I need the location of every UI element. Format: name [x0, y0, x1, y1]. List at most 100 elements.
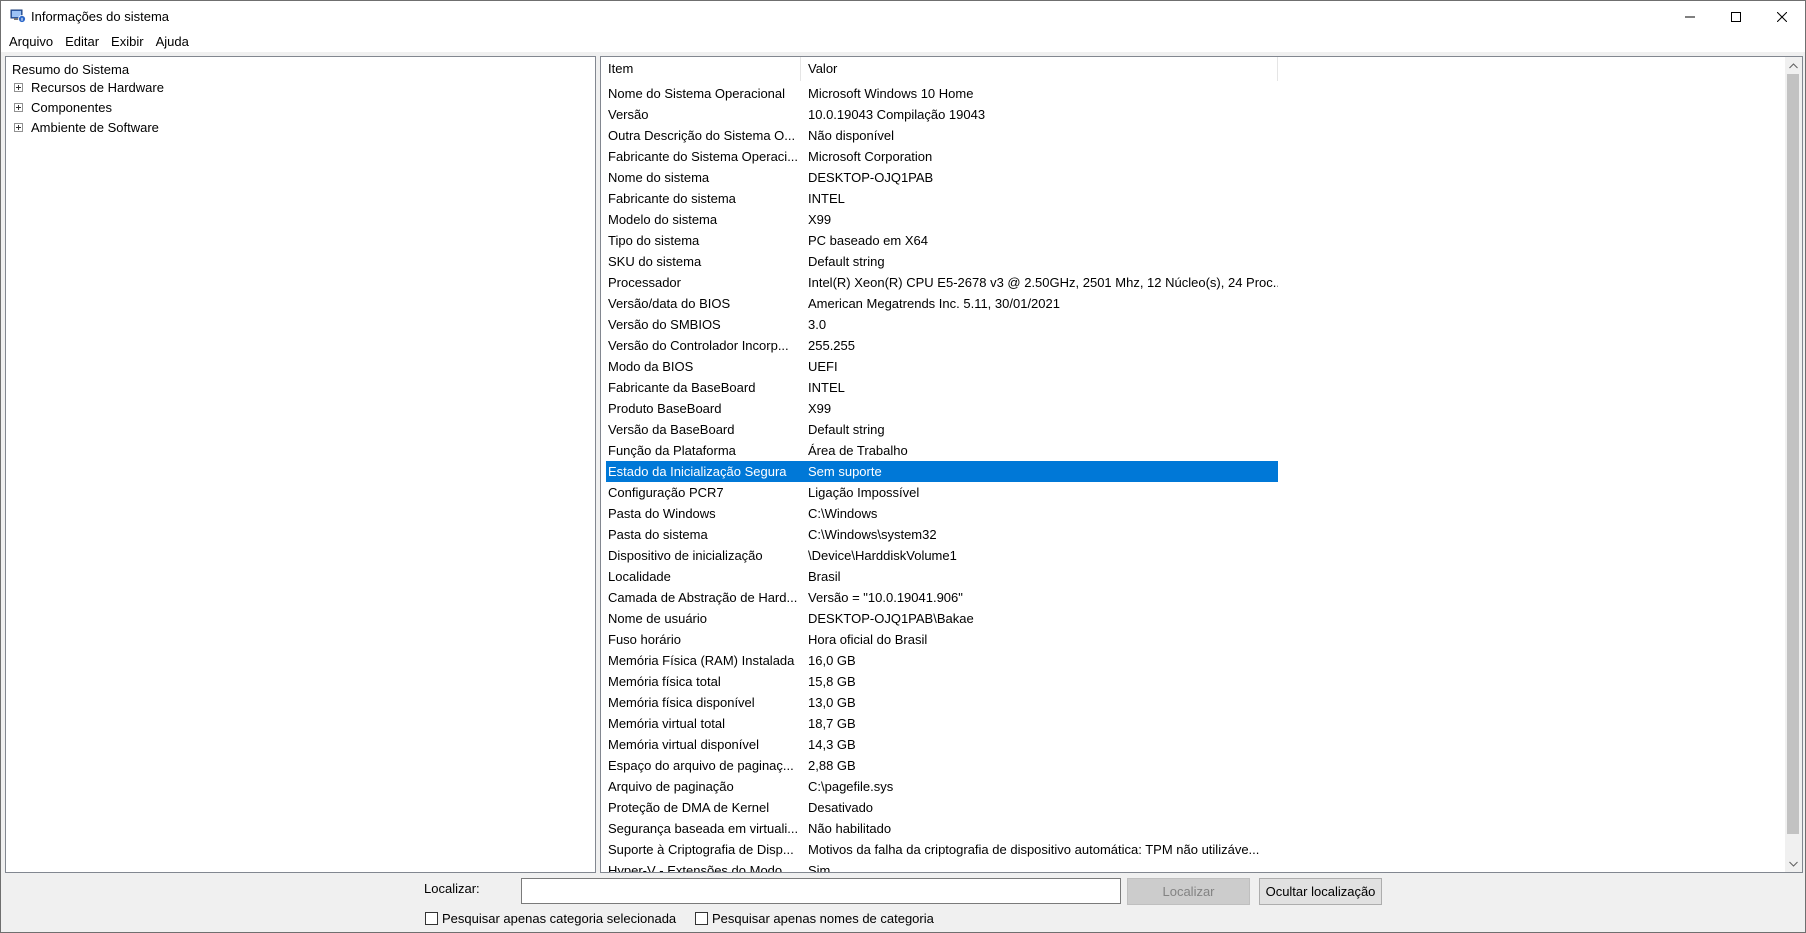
checkbox-box[interactable]	[425, 912, 438, 925]
maximize-button[interactable]	[1713, 1, 1759, 32]
row-item: Suporte à Criptografia de Disp...	[608, 842, 794, 857]
table-row[interactable]: Pasta do sistema C:\Windows\system32	[606, 524, 1278, 545]
expand-icon[interactable]	[14, 123, 23, 132]
table-row[interactable]: Segurança baseada em virtuali... Não habi…	[606, 818, 1278, 839]
row-item: Nome do Sistema Operacional	[608, 86, 786, 101]
row-item: Arquivo de paginação	[608, 779, 734, 794]
table-row[interactable]: Memória virtual disponível 14,3 GB	[606, 734, 1278, 755]
chevron-up-icon	[1789, 62, 1798, 68]
row-item: Espaço do arquivo de paginaç...	[608, 758, 794, 773]
column-header-value[interactable]: Valor	[801, 57, 1278, 81]
table-row[interactable]: Suporte à Criptografia de Disp... Motivos…	[606, 839, 1278, 860]
table-row[interactable]: Processador Intel(R) Xeon(R) CPU E5-2678 …	[606, 272, 1278, 293]
maximize-icon	[1731, 11, 1741, 22]
table-row[interactable]: Versão/data do BIOS American Megatrends I…	[606, 293, 1278, 314]
table-row[interactable]: Versão do Controlador Incorp... 255.255	[606, 335, 1278, 356]
close-button[interactable]	[1759, 1, 1805, 32]
menu-editar[interactable]: Editar	[59, 32, 105, 52]
row-item: Versão do SMBIOS	[608, 317, 721, 332]
find-input[interactable]	[521, 878, 1121, 904]
scroll-up-button[interactable]	[1785, 57, 1802, 74]
row-value: Default string	[808, 254, 885, 269]
column-header-item[interactable]: Item	[601, 57, 801, 81]
menu-ajuda[interactable]: Ajuda	[150, 32, 195, 52]
row-item: Processador	[608, 275, 681, 290]
scroll-down-button[interactable]	[1785, 855, 1802, 872]
tree-item-ambiente-de-software[interactable]: Ambiente de Software	[14, 119, 159, 136]
row-item: Localidade	[608, 569, 671, 584]
table-row[interactable]: Localidade Brasil	[606, 566, 1278, 587]
hide-find-button[interactable]: Ocultar localização	[1259, 878, 1382, 905]
expand-icon[interactable]	[14, 83, 23, 92]
table-row[interactable]: Configuração PCR7 Ligação Impossível	[606, 482, 1278, 503]
scroll-thumb[interactable]	[1787, 74, 1799, 834]
row-item: Memória virtual total	[608, 716, 726, 731]
row-item: Memória física disponível	[608, 695, 755, 710]
table-row[interactable]: Produto BaseBoard X99	[606, 398, 1278, 419]
checkbox-box[interactable]	[695, 912, 708, 925]
find-label: Localizar:	[424, 881, 480, 896]
row-value: UEFI	[808, 359, 838, 374]
table-row[interactable]: Camada de Abstração de Hard... Versão = "…	[606, 587, 1278, 608]
row-value: C:\pagefile.sys	[808, 779, 894, 794]
table-row[interactable]: Memória física disponível 13,0 GB	[606, 692, 1278, 713]
expand-icon[interactable]	[14, 103, 23, 112]
table-row[interactable]: Proteção de DMA de Kernel Desativado	[606, 797, 1278, 818]
category-tree[interactable]: Resumo do Sistema Recursos de Hardware C…	[5, 56, 596, 873]
table-row[interactable]: Modo da BIOS UEFI	[606, 356, 1278, 377]
table-row[interactable]: Pasta do Windows C:\Windows	[606, 503, 1278, 524]
table-row[interactable]: Fabricante do sistema INTEL	[606, 188, 1278, 209]
title-bar[interactable]: Informações do sistema	[1, 1, 1805, 32]
vertical-scrollbar[interactable]	[1785, 57, 1802, 872]
table-row[interactable]: Fabricante do Sistema Operaci... Microsof…	[606, 146, 1278, 167]
table-row[interactable]: Tipo do sistema PC baseado em X64	[606, 230, 1278, 251]
table-row[interactable]: SKU do sistema Default string	[606, 251, 1278, 272]
table-row[interactable]: Estado da Inicialização Segura Sem suport…	[606, 461, 1278, 482]
row-item: Modelo do sistema	[608, 212, 718, 227]
row-value: C:\Windows	[808, 506, 878, 521]
row-item: Pasta do Windows	[608, 506, 716, 521]
row-value: 10.0.19043 Compilação 19043	[808, 107, 986, 122]
system-info-app-icon	[10, 8, 26, 24]
search-selected-category-checkbox[interactable]: Pesquisar apenas categoria selecionada	[425, 911, 676, 926]
row-value: DESKTOP-OJQ1PAB	[808, 170, 934, 185]
tree-item-componentes[interactable]: Componentes	[14, 99, 112, 116]
table-row[interactable]: Memória Física (RAM) Instalada 16,0 GB	[606, 650, 1278, 671]
table-row[interactable]: Arquivo de paginação C:\pagefile.sys	[606, 776, 1278, 797]
table-row[interactable]: Fuso horário Hora oficial do Brasil	[606, 629, 1278, 650]
row-value: Microsoft Corporation	[808, 149, 933, 164]
table-row[interactable]: Dispositivo de inicialização \Device\Hard…	[606, 545, 1278, 566]
table-row[interactable]: Fabricante da BaseBoard INTEL	[606, 377, 1278, 398]
menu-exibir[interactable]: Exibir	[105, 32, 150, 52]
minimize-button[interactable]	[1667, 1, 1713, 32]
table-row[interactable]: Versão do SMBIOS 3.0	[606, 314, 1278, 335]
row-value: Não disponível	[808, 128, 894, 143]
search-category-names-checkbox[interactable]: Pesquisar apenas nomes de categoria	[695, 911, 934, 926]
row-value: Sim	[808, 863, 831, 873]
table-row[interactable]: Versão 10.0.19043 Compilação 19043	[606, 104, 1278, 125]
details-list[interactable]: Item Valor Nome do Sistema Operacional Mi…	[600, 56, 1803, 873]
row-value: INTEL	[808, 380, 845, 395]
table-row[interactable]: Espaço do arquivo de paginaç... 2,88 GB	[606, 755, 1278, 776]
row-item: Estado da Inicialização Segura	[608, 464, 787, 479]
table-row[interactable]: Hyper-V - Extensões do Modo ... Sim	[606, 860, 1278, 873]
find-button[interactable]: Localizar	[1127, 878, 1250, 905]
row-item: Produto BaseBoard	[608, 401, 722, 416]
table-row[interactable]: Versão da BaseBoard Default string	[606, 419, 1278, 440]
table-row[interactable]: Função da Plataforma Área de Trabalho	[606, 440, 1278, 461]
table-row[interactable]: Modelo do sistema X99	[606, 209, 1278, 230]
table-row[interactable]: Outra Descrição do Sistema O... Não dispo…	[606, 125, 1278, 146]
table-row[interactable]: Memória virtual total 18,7 GB	[606, 713, 1278, 734]
tree-item-resumo-do-sistema[interactable]: Resumo do Sistema	[12, 61, 129, 78]
table-row[interactable]: Nome de usuário DESKTOP-OJQ1PAB\Bakae	[606, 608, 1278, 629]
chevron-down-icon	[1789, 861, 1798, 867]
table-row[interactable]: Memória física total 15,8 GB	[606, 671, 1278, 692]
row-value: Desativado	[808, 800, 874, 815]
table-row[interactable]: Nome do Sistema Operacional Microsoft Win…	[606, 83, 1278, 104]
tree-item-recursos-de-hardware[interactable]: Recursos de Hardware	[14, 79, 164, 96]
row-item: Nome do sistema	[608, 170, 710, 185]
row-value: 255.255	[808, 338, 855, 353]
menu-arquivo[interactable]: Arquivo	[3, 32, 59, 52]
row-value: Brasil	[808, 569, 841, 584]
table-row[interactable]: Nome do sistema DESKTOP-OJQ1PAB	[606, 167, 1278, 188]
